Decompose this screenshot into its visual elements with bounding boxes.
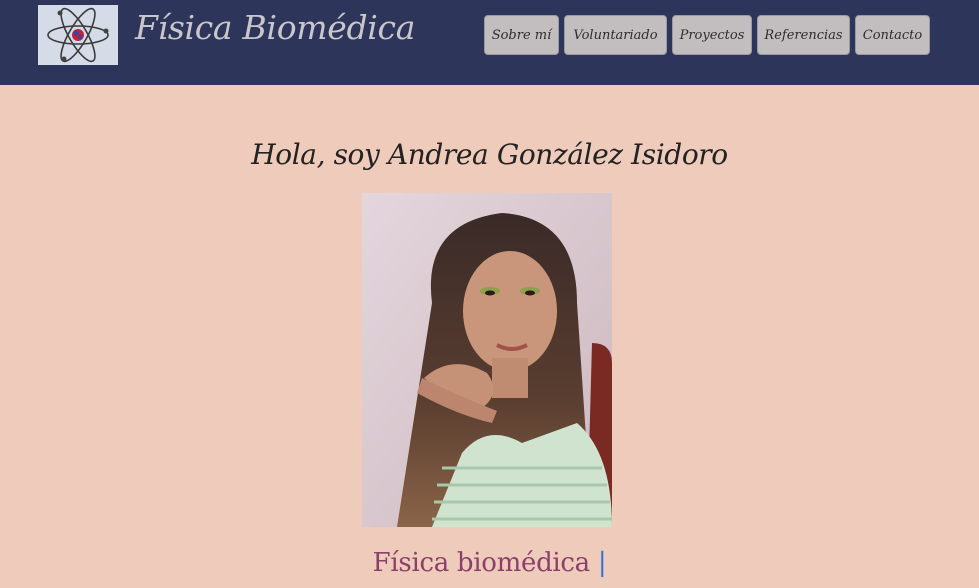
atom-icon[interactable] — [38, 5, 118, 65]
nav-item-voluntariado[interactable]: Voluntariado — [564, 15, 667, 55]
site-header: Física Biomédica Sobre mí Voluntariado P… — [0, 0, 979, 85]
subtitle-text: Física biomédica | — [0, 548, 979, 578]
nav-item-proyectos[interactable]: Proyectos — [672, 15, 752, 55]
nav-item-contacto[interactable]: Contacto — [855, 15, 930, 55]
subtitle-label: Física biomédica — [372, 548, 591, 578]
page-title: Hola, soy Andrea González Isidoro — [251, 138, 728, 171]
typing-cursor: | — [597, 548, 607, 578]
nav-item-referencias[interactable]: Referencias — [757, 15, 850, 55]
profile-photo — [362, 193, 612, 527]
site-title[interactable]: Física Biomédica — [135, 8, 415, 47]
nav-item-sobre-mi[interactable]: Sobre mí — [484, 15, 559, 55]
